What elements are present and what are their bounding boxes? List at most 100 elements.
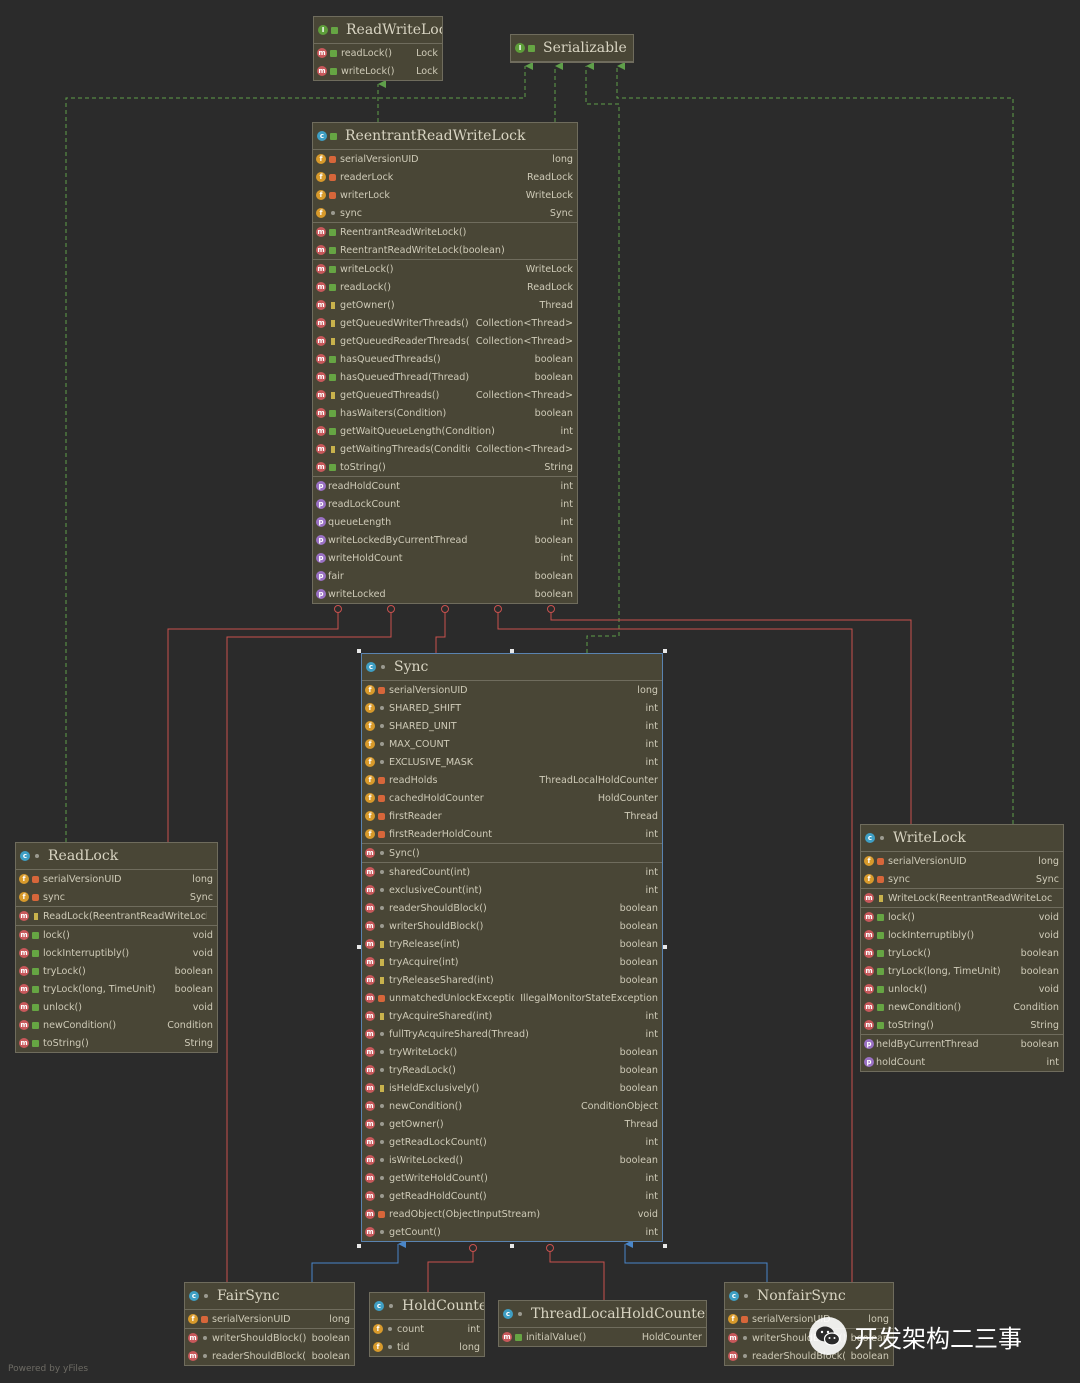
serializable-node[interactable]: I Serializable [510, 34, 634, 63]
method-row[interactable]: m readLock() Lock [314, 44, 442, 62]
field-row[interactable]: f SHARED_SHIFT int [362, 699, 662, 717]
class-header[interactable]: c ReentrantReadWriteLock [313, 123, 577, 150]
method-row[interactable]: m lockInterruptibly() void [861, 926, 1063, 944]
method-row[interactable]: m tryWriteLock() boolean [362, 1043, 662, 1061]
selection-handle[interactable] [663, 649, 667, 653]
method-row[interactable]: m getOwner() Thread [313, 296, 577, 314]
method-row[interactable]: m getQueuedReaderThreads() Collection<Thre… [313, 332, 577, 350]
writelock-node[interactable]: c WriteLock f serialVersionUID long f sync Sync… [860, 824, 1064, 1072]
field-row[interactable]: f readHolds ThreadLocalHoldCounter [362, 771, 662, 789]
method-row[interactable]: m getReadLockCount() int [362, 1133, 662, 1151]
method-row[interactable]: m getQueuedThreads() Collection<Thread> [313, 386, 577, 404]
fairsync-node[interactable]: c FairSync f serialVersionUID long m writerSho… [184, 1282, 355, 1366]
method-row[interactable]: m tryAcquire(int) boolean [362, 953, 662, 971]
class-header[interactable]: I Serializable [511, 35, 633, 62]
method-row[interactable]: m tryLock(long, TimeUnit) boolean [861, 962, 1063, 980]
method-row[interactable]: m tryLock() boolean [16, 962, 217, 980]
method-row[interactable]: m Sync() [362, 844, 662, 862]
method-row[interactable]: m isHeldExclusively() boolean [362, 1079, 662, 1097]
method-row[interactable]: m readerShouldBlock() boolean [362, 899, 662, 917]
field-row[interactable]: f SHARED_UNIT int [362, 717, 662, 735]
method-row[interactable]: m hasWaiters(Condition) boolean [313, 404, 577, 422]
method-row[interactable]: m unmatchedUnlockException() IllegalMonito… [362, 989, 662, 1007]
method-row[interactable]: m ReentrantReadWriteLock() [313, 223, 577, 241]
property-row[interactable]: p fair boolean [313, 567, 577, 585]
method-row[interactable]: m writeLock() Lock [314, 62, 442, 80]
method-row[interactable]: m toString() String [16, 1034, 217, 1052]
method-row[interactable]: m newCondition() Condition [861, 998, 1063, 1016]
method-row[interactable]: m writeLock() WriteLock [313, 260, 577, 278]
method-row[interactable]: m lock() void [16, 926, 217, 944]
method-row[interactable]: m unlock() void [16, 998, 217, 1016]
field-row[interactable]: f readerLock ReadLock [313, 168, 577, 186]
class-header[interactable]: c ReadLock [16, 843, 217, 870]
method-row[interactable]: m lock() void [861, 908, 1063, 926]
method-row[interactable]: m getOwner() Thread [362, 1115, 662, 1133]
field-row[interactable]: f MAX_COUNT int [362, 735, 662, 753]
field-row[interactable]: f serialVersionUID long [313, 150, 577, 168]
class-header[interactable]: c ThreadLocalHoldCounter [499, 1301, 706, 1328]
class-header[interactable]: c HoldCounter [370, 1293, 484, 1320]
method-row[interactable]: m unlock() void [861, 980, 1063, 998]
readlock-node[interactable]: c ReadLock f serialVersionUID long f sync Sync m… [15, 842, 218, 1053]
property-row[interactable]: p readHoldCount int [313, 477, 577, 495]
field-row[interactable]: f firstReader Thread [362, 807, 662, 825]
threadlocalholdcounter-node[interactable]: c ThreadLocalHoldCounter m initialValue() Ho… [498, 1300, 707, 1347]
method-row[interactable]: m getWaitQueueLength(Condition) int [313, 422, 577, 440]
method-row[interactable]: m getWriteHoldCount() int [362, 1169, 662, 1187]
field-row[interactable]: f cachedHoldCounter HoldCounter [362, 789, 662, 807]
property-row[interactable]: p writeLocked boolean [313, 585, 577, 603]
selection-handle[interactable] [357, 1244, 361, 1248]
reentrantreadwritelock-node[interactable]: c ReentrantReadWriteLock f serialVersionUID… [312, 122, 578, 604]
property-row[interactable]: p writeLockedByCurrentThread boolean [313, 531, 577, 549]
method-row[interactable]: m toString() String [861, 1016, 1063, 1034]
field-row[interactable]: f sync Sync [16, 888, 217, 906]
method-row[interactable]: m getWaitingThreads(Condition) Collection<… [313, 440, 577, 458]
selection-handle[interactable] [663, 1244, 667, 1248]
selection-handle[interactable] [510, 1244, 514, 1248]
method-row[interactable]: m toString() String [313, 458, 577, 476]
holdcounter-node[interactable]: c HoldCounter f count int f tid long [369, 1292, 485, 1357]
method-row[interactable]: m fullTryAcquireShared(Thread) int [362, 1025, 662, 1043]
property-row[interactable]: p holdCount int [861, 1053, 1063, 1071]
method-row[interactable]: m tryRelease(int) boolean [362, 935, 662, 953]
class-header[interactable]: c FairSync [185, 1283, 354, 1310]
field-row[interactable]: f sync Sync [861, 870, 1063, 888]
field-row[interactable]: f serialVersionUID long [362, 681, 662, 699]
class-header[interactable]: c WriteLock [861, 825, 1063, 852]
method-row[interactable]: m tryReadLock() boolean [362, 1061, 662, 1079]
field-row[interactable]: f writerLock WriteLock [313, 186, 577, 204]
method-row[interactable]: m exclusiveCount(int) int [362, 881, 662, 899]
readwritelock-node[interactable]: I ReadWriteLock m readLock() Lock m writeLock(… [313, 16, 443, 81]
method-row[interactable]: m writerShouldBlock() boolean [362, 917, 662, 935]
class-header[interactable]: c Sync [362, 654, 662, 681]
property-row[interactable]: p writeHoldCount int [313, 549, 577, 567]
method-row[interactable]: m readerShouldBlock() boolean [185, 1347, 354, 1365]
class-header[interactable]: c NonfairSync [725, 1283, 893, 1310]
method-row[interactable]: m hasQueuedThreads() boolean [313, 350, 577, 368]
field-row[interactable]: f tid long [370, 1338, 484, 1356]
method-row[interactable]: m newCondition() Condition [16, 1016, 217, 1034]
method-row[interactable]: m ReentrantReadWriteLock(boolean) [313, 241, 577, 259]
property-row[interactable]: p heldByCurrentThread boolean [861, 1035, 1063, 1053]
method-row[interactable]: m ReadLock(ReentrantReadWriteLock) [16, 907, 217, 925]
property-row[interactable]: p queueLength int [313, 513, 577, 531]
method-row[interactable]: m sharedCount(int) int [362, 863, 662, 881]
method-row[interactable]: m readLock() ReadLock [313, 278, 577, 296]
sync-node[interactable]: c Sync f serialVersionUID long f SHARED_SHIFT i… [361, 653, 663, 1242]
field-row[interactable]: f EXCLUSIVE_MASK int [362, 753, 662, 771]
method-row[interactable]: m initialValue() HoldCounter [499, 1328, 706, 1346]
method-row[interactable]: m readObject(ObjectInputStream) void [362, 1205, 662, 1223]
field-row[interactable]: f serialVersionUID long [185, 1310, 354, 1328]
method-row[interactable]: m hasQueuedThread(Thread) boolean [313, 368, 577, 386]
method-row[interactable]: m writerShouldBlock() boolean [185, 1329, 354, 1347]
class-header[interactable]: I ReadWriteLock [314, 17, 442, 44]
method-row[interactable]: m getReadHoldCount() int [362, 1187, 662, 1205]
method-row[interactable]: m getCount() int [362, 1223, 662, 1241]
field-row[interactable]: f sync Sync [313, 204, 577, 222]
property-row[interactable]: p readLockCount int [313, 495, 577, 513]
method-row[interactable]: m newCondition() ConditionObject [362, 1097, 662, 1115]
field-row[interactable]: f serialVersionUID long [16, 870, 217, 888]
method-row[interactable]: m isWriteLocked() boolean [362, 1151, 662, 1169]
method-row[interactable]: m tryLock() boolean [861, 944, 1063, 962]
